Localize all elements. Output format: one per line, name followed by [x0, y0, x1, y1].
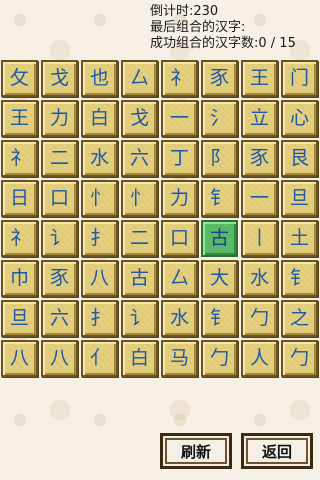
character-tile[interactable]: 勹 — [201, 340, 238, 377]
character-tile[interactable]: 戈 — [121, 100, 158, 137]
character-tile[interactable]: 口 — [161, 220, 198, 257]
character-tile[interactable]: 立 — [241, 100, 278, 137]
character-tile[interactable]: 也 — [81, 60, 118, 97]
character-tile[interactable]: 水 — [161, 300, 198, 337]
character-tile[interactable]: 戈 — [41, 60, 78, 97]
character-tile[interactable]: 阝 — [201, 140, 238, 177]
refresh-button[interactable]: 刷新 — [160, 433, 232, 469]
character-tile[interactable]: 门 — [281, 60, 318, 97]
status-panel: 倒计时:230 最后组合的汉字: 成功组合的汉字数:0 / 15 — [150, 4, 296, 52]
character-tile[interactable]: 勹 — [241, 300, 278, 337]
character-tile[interactable]: 大 — [201, 260, 238, 297]
character-tile[interactable]: 艮 — [281, 140, 318, 177]
character-tile[interactable]: 忄 — [121, 180, 158, 217]
character-tile[interactable]: 人 — [241, 340, 278, 377]
character-tile[interactable]: 厶 — [121, 60, 158, 97]
character-tile[interactable]: 水 — [241, 260, 278, 297]
character-tile[interactable]: 礻 — [161, 60, 198, 97]
character-tile[interactable]: 讠 — [41, 220, 78, 257]
character-tile[interactable]: 亻 — [81, 340, 118, 377]
character-tile[interactable]: 二 — [121, 220, 158, 257]
character-tile[interactable]: 勹 — [281, 340, 318, 377]
character-tile[interactable]: 白 — [121, 340, 158, 377]
character-tile[interactable]: 礻 — [1, 140, 38, 177]
character-tile[interactable]: 口 — [41, 180, 78, 217]
character-tile[interactable]: 豕 — [41, 260, 78, 297]
success-count: 成功组合的汉字数:0 / 15 — [150, 36, 296, 51]
character-tile[interactable]: 丨 — [241, 220, 278, 257]
character-tile[interactable]: 厶 — [161, 260, 198, 297]
character-tile[interactable]: 六 — [121, 140, 158, 177]
character-tile[interactable]: 土 — [281, 220, 318, 257]
character-tile[interactable]: 一 — [241, 180, 278, 217]
back-button[interactable]: 返回 — [241, 433, 313, 469]
character-tile[interactable]: 八 — [81, 260, 118, 297]
character-tile[interactable]: 白 — [81, 100, 118, 137]
character-tile[interactable]: 水 — [81, 140, 118, 177]
character-tile[interactable]: 扌 — [81, 220, 118, 257]
character-tile[interactable]: 一 — [161, 100, 198, 137]
character-tile-board: 攵戈也厶礻豕王门王力白戈一氵立心礻二水六丁阝豕艮日口忄忄力钅一旦礻讠扌二口古丨土… — [1, 60, 319, 377]
character-tile[interactable]: 力 — [161, 180, 198, 217]
character-tile[interactable]: 氵 — [201, 100, 238, 137]
character-tile[interactable]: 礻 — [1, 220, 38, 257]
character-tile[interactable]: 心 — [281, 100, 318, 137]
character-tile[interactable]: 古 — [201, 220, 238, 257]
character-tile[interactable]: 日 — [1, 180, 38, 217]
character-tile[interactable]: 旦 — [281, 180, 318, 217]
character-tile[interactable]: 力 — [41, 100, 78, 137]
character-tile[interactable]: 八 — [41, 340, 78, 377]
character-tile[interactable]: 之 — [281, 300, 318, 337]
character-tile[interactable]: 王 — [241, 60, 278, 97]
character-tile[interactable]: 豕 — [201, 60, 238, 97]
character-tile[interactable]: 钅 — [201, 180, 238, 217]
character-tile[interactable]: 二 — [41, 140, 78, 177]
character-tile[interactable]: 讠 — [121, 300, 158, 337]
character-tile[interactable]: 扌 — [81, 300, 118, 337]
character-tile[interactable]: 忄 — [81, 180, 118, 217]
last-combined-label: 最后组合的汉字: — [150, 20, 246, 35]
character-tile[interactable]: 豕 — [241, 140, 278, 177]
character-tile[interactable]: 攵 — [1, 60, 38, 97]
character-tile[interactable]: 丁 — [161, 140, 198, 177]
character-tile[interactable]: 六 — [41, 300, 78, 337]
character-tile[interactable]: 王 — [1, 100, 38, 137]
character-tile[interactable]: 巾 — [1, 260, 38, 297]
character-tile[interactable]: 钅 — [281, 260, 318, 297]
character-tile[interactable]: 八 — [1, 340, 38, 377]
countdown-timer: 倒计时:230 — [150, 4, 219, 19]
character-tile[interactable]: 旦 — [1, 300, 38, 337]
character-tile[interactable]: 钅 — [201, 300, 238, 337]
character-tile[interactable]: 马 — [161, 340, 198, 377]
character-tile[interactable]: 古 — [121, 260, 158, 297]
